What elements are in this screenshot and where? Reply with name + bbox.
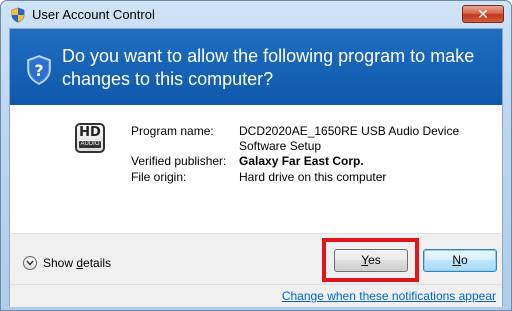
footer-divider <box>10 284 502 285</box>
program-name-label: Program name: <box>131 124 214 138</box>
show-details-toggle[interactable]: Show details <box>23 256 111 270</box>
uac-dialog-window: User Account Control ✕ ? Do you want to … <box>0 0 512 311</box>
program-name-value-line2: Software Setup <box>239 139 322 153</box>
publisher-value: Galaxy Far East Corp. <box>239 154 364 168</box>
uac-shield-icon <box>11 7 25 23</box>
no-rest: o <box>460 253 468 267</box>
close-icon: ✕ <box>477 5 489 22</box>
hd-logo-subtext: AUDIO <box>79 141 101 148</box>
hd-audio-logo: HD AUDIO <box>75 123 105 153</box>
svg-text:?: ? <box>34 61 43 80</box>
yes-button[interactable]: Yes <box>334 249 408 272</box>
yes-rest: es <box>368 253 381 267</box>
title-bar[interactable]: User Account Control ✕ <box>1 1 511 28</box>
question-shield-icon: ? <box>27 55 51 85</box>
chevron-down-icon <box>23 256 37 270</box>
program-name-value: DCD2020AE_1650RE USB Audio Device <box>239 124 460 138</box>
hd-logo-text: HD <box>79 125 101 140</box>
show-details-label: Show details <box>43 256 111 270</box>
file-origin-label: File origin: <box>131 170 187 184</box>
no-button[interactable]: No <box>423 249 497 272</box>
notification-settings-link[interactable]: Change when these notifications appear <box>282 289 496 303</box>
prompt-question: Do you want to allow the following progr… <box>62 46 475 89</box>
publisher-label: Verified publisher: <box>131 154 227 168</box>
show-details-suffix: etails <box>83 256 112 270</box>
button-footer: Show details Yes No Change when these no… <box>10 233 502 307</box>
window-title: User Account Control <box>32 7 155 22</box>
prompt-banner: ? Do you want to allow the following pro… <box>10 29 502 105</box>
show-details-prefix: Show <box>43 256 77 270</box>
no-accel: N <box>452 253 461 267</box>
dialog-client-area: ? Do you want to allow the following pro… <box>9 28 503 307</box>
close-button[interactable]: ✕ <box>462 5 504 23</box>
file-origin-value: Hard drive on this computer <box>239 170 387 184</box>
